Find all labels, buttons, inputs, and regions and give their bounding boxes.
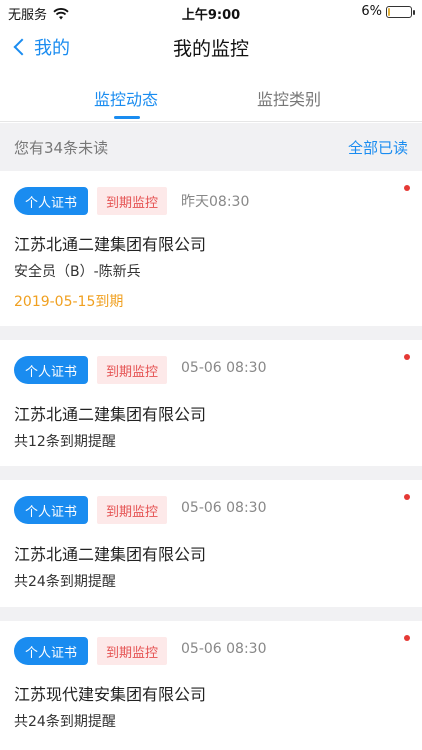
reminder-count: 共12条到期提醒 [14, 434, 116, 450]
status-right: 6% [361, 4, 415, 19]
card-time: 昨天08:30 [181, 194, 250, 210]
battery-icon [386, 5, 415, 18]
list-item[interactable]: 个人证书 到期监控 05-06 08:30 江苏现代建安集团有限公司 共24条到… [0, 621, 422, 750]
company-name: 江苏北通二建集团有限公司 [14, 235, 207, 254]
cert-badge: 个人证书 [14, 496, 88, 524]
card-divider [0, 326, 422, 340]
expire-monitor-badge: 到期监控 [97, 637, 167, 665]
company-name: 江苏北通二建集团有限公司 [14, 545, 207, 564]
person-role: 安全员（B）-陈新兵 [14, 264, 141, 280]
cert-badge: 个人证书 [14, 187, 88, 215]
nav-bar: 我的 我的监控 [0, 24, 422, 70]
unread-dot [404, 185, 410, 191]
cert-badge: 个人证书 [14, 637, 88, 665]
tab-monitor-categories[interactable]: 监控类别 [257, 86, 321, 110]
mark-all-read-button[interactable]: 全部已读 [348, 137, 408, 158]
tab-monitor-updates[interactable]: 监控动态 [94, 86, 158, 110]
card-time: 05-06 08:30 [181, 500, 267, 516]
status-bar: 无服务 上午9:00 6% [0, 0, 422, 24]
unread-dot [404, 635, 410, 641]
expire-monitor-badge: 到期监控 [97, 187, 167, 215]
expiry-date: 2019-05-15到期 [14, 294, 124, 310]
unread-dot [404, 494, 410, 500]
tab-bar: 监控动态 监控类别 [0, 72, 422, 122]
reminder-count: 共24条到期提醒 [14, 714, 116, 730]
unread-dot [404, 354, 410, 360]
battery-percent: 6% [361, 4, 382, 19]
expire-monitor-badge: 到期监控 [97, 496, 167, 524]
card-time: 05-06 08:30 [181, 641, 267, 657]
card-divider [0, 466, 422, 480]
reminder-count: 共24条到期提醒 [14, 574, 116, 590]
company-name: 江苏现代建安集团有限公司 [14, 685, 207, 704]
unread-bar: 您有34条未读 全部已读 [0, 123, 422, 171]
card-time: 05-06 08:30 [181, 360, 267, 376]
expire-monitor-badge: 到期监控 [97, 356, 167, 384]
cert-badge: 个人证书 [14, 356, 88, 384]
company-name: 江苏北通二建集团有限公司 [14, 405, 207, 424]
list-item[interactable]: 个人证书 到期监控 05-06 08:30 江苏北通二建集团有限公司 共12条到… [0, 340, 422, 466]
status-time: 上午9:00 [181, 8, 241, 23]
tab-active-indicator [114, 116, 140, 119]
list-item[interactable]: 个人证书 到期监控 05-06 08:30 江苏北通二建集团有限公司 共24条到… [0, 480, 422, 607]
unread-count-text: 您有34条未读 [14, 138, 109, 157]
page-title: 我的监控 [172, 38, 249, 60]
card-divider [0, 607, 422, 621]
list-item[interactable]: 个人证书 到期监控 昨天08:30 江苏北通二建集团有限公司 安全员（B）-陈新… [0, 171, 422, 326]
